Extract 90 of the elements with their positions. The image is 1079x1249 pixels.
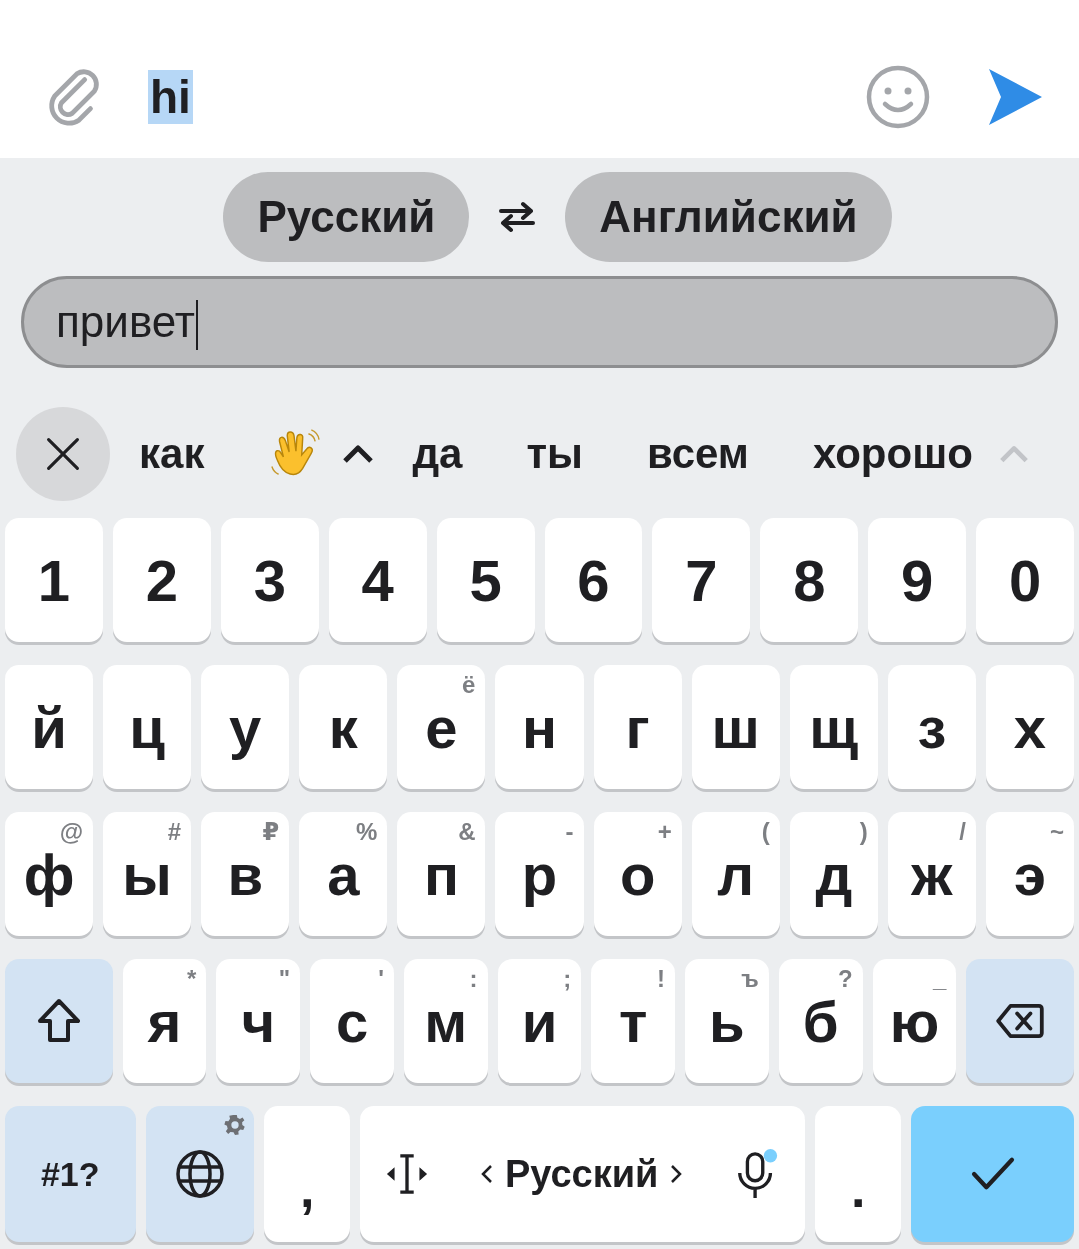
key[interactable]: к — [299, 665, 388, 789]
key[interactable]: 8 — [760, 518, 859, 642]
key-hint: / — [959, 818, 966, 846]
key-hint: ъ — [741, 965, 759, 993]
key[interactable]: ы # — [103, 812, 192, 936]
symbols-key[interactable]: #1? — [5, 1106, 136, 1242]
key[interactable]: 1 — [5, 518, 103, 642]
key[interactable]: 3 — [220, 518, 319, 642]
key[interactable]: ц — [103, 665, 192, 789]
target-language-button[interactable]: Английский — [565, 172, 892, 262]
key-hint: ? — [837, 965, 853, 993]
key[interactable]: ж / — [887, 812, 976, 936]
send-icon[interactable] — [987, 67, 1043, 127]
key[interactable]: 2 — [112, 518, 211, 642]
key[interactable]: а % — [299, 812, 388, 936]
shift-key[interactable] — [5, 959, 113, 1083]
suggestion-word[interactable]: всем — [646, 430, 749, 478]
key[interactable]: е ё — [397, 665, 486, 789]
key-hint: " — [278, 965, 291, 993]
key-hint: ё — [462, 671, 476, 699]
key[interactable]: 9 — [868, 518, 967, 642]
key[interactable]: д ) — [789, 812, 878, 936]
key[interactable]: 6 — [544, 518, 643, 642]
key[interactable]: . — [815, 1106, 902, 1242]
key[interactable]: о + — [593, 812, 682, 936]
key[interactable]: я * — [122, 959, 207, 1083]
key[interactable]: т ! — [591, 959, 676, 1083]
close-icon — [45, 436, 81, 472]
key-hint: ( — [761, 818, 770, 846]
key-hint: ₽ — [262, 818, 280, 846]
key-hint: ~ — [1050, 818, 1065, 846]
key[interactable]: й — [5, 665, 94, 789]
key[interactable]: г — [593, 665, 682, 789]
key[interactable]: и ; — [497, 959, 582, 1083]
key[interactable]: с ' — [310, 959, 394, 1083]
key[interactable]: н — [495, 665, 584, 789]
key[interactable]: х — [985, 665, 1075, 789]
chevron-left-icon — [480, 1164, 493, 1184]
language-key[interactable] — [145, 1106, 254, 1242]
key-hint: : — [469, 965, 478, 993]
key[interactable]: щ — [789, 665, 878, 789]
key[interactable]: в ₽ — [201, 812, 290, 936]
key[interactable]: 5 — [436, 518, 535, 642]
chevron-right-icon — [670, 1164, 683, 1184]
key[interactable]: ь ъ — [685, 959, 769, 1083]
key-hint: * — [187, 965, 197, 993]
suggestion-word[interactable]: хорошо — [812, 430, 973, 478]
message-text[interactable]: hi — [148, 70, 193, 124]
key-hint: & — [458, 818, 476, 846]
gear-icon — [223, 1114, 246, 1136]
swap-icon[interactable] — [497, 201, 538, 233]
suggestion-word[interactable]: ты — [526, 430, 583, 478]
key[interactable]: м : — [403, 959, 488, 1083]
suggestion-word[interactable]: да — [412, 430, 463, 478]
key[interactable]: ш — [691, 665, 780, 789]
source-language-button[interactable]: Русский — [223, 172, 470, 262]
key-hint: # — [167, 818, 182, 846]
key[interactable]: 0 — [976, 518, 1075, 642]
key[interactable]: ю _ — [872, 959, 957, 1083]
chevron-up-icon[interactable] — [342, 444, 375, 464]
suggestion-word[interactable]: как — [139, 430, 205, 478]
key[interactable]: б ? — [778, 959, 863, 1083]
key[interactable]: , — [263, 1106, 351, 1242]
key[interactable]: л ( — [691, 812, 780, 936]
text-cursor-icon — [384, 1152, 429, 1196]
globe-icon — [174, 1149, 225, 1199]
key-hint: _ — [932, 965, 947, 993]
key-hint: ' — [378, 965, 384, 993]
key[interactable]: п & — [397, 812, 486, 936]
key[interactable]: э ~ — [985, 812, 1075, 936]
key-hint: ; — [563, 965, 572, 993]
key[interactable]: з — [887, 665, 976, 789]
key[interactable]: 4 — [328, 518, 427, 642]
backspace-key[interactable] — [966, 959, 1074, 1083]
key-hint: + — [657, 818, 672, 846]
key[interactable]: ф @ — [5, 812, 94, 936]
space-key[interactable]: Русский — [360, 1106, 806, 1242]
key-hint: @ — [59, 818, 84, 846]
key[interactable]: 7 — [652, 518, 751, 642]
key[interactable]: р - — [495, 812, 584, 936]
key-hint: ! — [657, 965, 666, 993]
translate-input-field[interactable]: привет — [21, 276, 1058, 368]
key[interactable]: ч " — [216, 959, 301, 1083]
key[interactable]: у — [201, 665, 290, 789]
key-hint: % — [356, 818, 378, 846]
key-hint: - — [565, 818, 574, 846]
shift-icon — [36, 998, 81, 1044]
backspace-icon — [996, 1003, 1045, 1039]
key-hint: ) — [859, 818, 868, 846]
checkmark-icon — [970, 1156, 1015, 1192]
